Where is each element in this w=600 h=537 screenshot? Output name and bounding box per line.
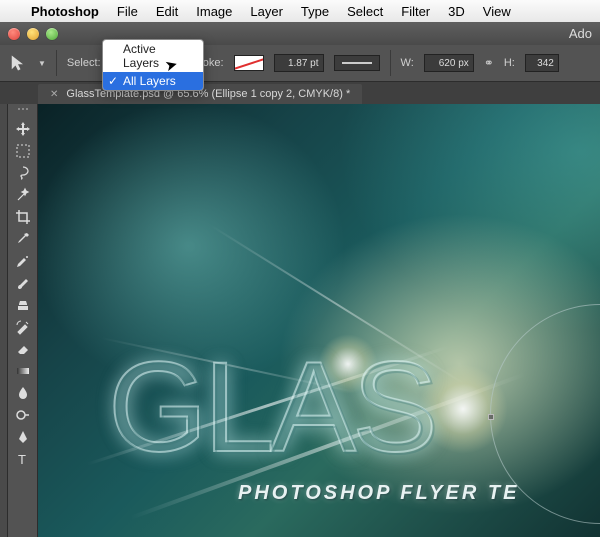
brush-tool[interactable] <box>10 272 36 294</box>
blur-tool[interactable] <box>10 382 36 404</box>
width-label: W: <box>401 57 414 69</box>
healing-brush-tool[interactable] <box>10 250 36 272</box>
document-tab-bar: ✕ GlassTemplate.psd @ 65.6% (Ellipse 1 c… <box>0 82 600 104</box>
pen-tool[interactable] <box>10 426 36 448</box>
workspace: T GLAS PHOTOSHOP FLYER TE <box>0 104 600 537</box>
app-menu[interactable]: Photoshop <box>22 4 108 19</box>
dropdown-item-all-layers[interactable]: All Layers <box>103 72 203 90</box>
crop-tool[interactable] <box>10 206 36 228</box>
tools-panel: T <box>8 104 38 537</box>
link-dimensions-icon[interactable]: ⚭ <box>484 56 494 70</box>
path-selection-tool-icon[interactable] <box>8 54 28 72</box>
move-tool[interactable] <box>10 118 36 140</box>
menu-file[interactable]: File <box>108 4 147 19</box>
headline-text: GLAS <box>108 334 434 481</box>
stroke-style-dropdown[interactable] <box>334 55 380 71</box>
stroke-color-swatch[interactable] <box>234 55 264 71</box>
mac-menubar: Photoshop File Edit Image Layer Type Sel… <box>0 0 600 22</box>
select-dropdown-menu: Active Layers All Layers <box>102 39 204 91</box>
menu-layer[interactable]: Layer <box>241 4 292 19</box>
options-bar: ▼ Select: Fill: Stroke: 1.87 pt W: 620 p… <box>0 45 600 82</box>
window-titlebar: Ado <box>0 22 600 45</box>
marquee-tool[interactable] <box>10 140 36 162</box>
tool-preset-dropdown-icon[interactable]: ▼ <box>38 59 46 68</box>
menu-edit[interactable]: Edit <box>147 4 187 19</box>
height-field[interactable]: 342 <box>525 54 559 72</box>
subline-text: PHOTOSHOP FLYER TE <box>238 482 519 505</box>
lasso-tool[interactable] <box>10 162 36 184</box>
type-tool[interactable]: T <box>10 448 36 470</box>
history-brush-tool[interactable] <box>10 316 36 338</box>
close-window-button[interactable] <box>8 28 20 40</box>
dropdown-item-active-layers[interactable]: Active Layers <box>103 40 203 72</box>
width-field[interactable]: 620 px <box>424 54 474 72</box>
magic-wand-tool[interactable] <box>10 184 36 206</box>
window-controls <box>8 28 58 40</box>
menu-select[interactable]: Select <box>338 4 392 19</box>
menu-filter[interactable]: Filter <box>392 4 439 19</box>
height-label: H: <box>504 57 515 69</box>
left-gutter <box>0 104 8 537</box>
clone-stamp-tool[interactable] <box>10 294 36 316</box>
minimize-window-button[interactable] <box>27 28 39 40</box>
eyedropper-tool[interactable] <box>10 228 36 250</box>
menu-type[interactable]: Type <box>292 4 338 19</box>
document-canvas[interactable]: GLAS PHOTOSHOP FLYER TE <box>38 104 600 537</box>
transform-handle[interactable] <box>488 414 494 420</box>
select-label: Select: <box>67 57 101 69</box>
separator <box>56 50 57 76</box>
separator <box>390 50 391 76</box>
artwork-background: GLAS PHOTOSHOP FLYER TE <box>38 104 600 537</box>
titlebar-text: Ado <box>569 26 592 41</box>
zoom-window-button[interactable] <box>46 28 58 40</box>
gradient-tool[interactable] <box>10 360 36 382</box>
menu-3d[interactable]: 3D <box>439 4 474 19</box>
dodge-tool[interactable] <box>10 404 36 426</box>
close-tab-icon[interactable]: ✕ <box>50 89 58 100</box>
svg-text:T: T <box>18 452 26 467</box>
menu-view[interactable]: View <box>474 4 520 19</box>
eraser-tool[interactable] <box>10 338 36 360</box>
panel-grip-icon[interactable] <box>12 108 34 114</box>
stroke-width-field[interactable]: 1.87 pt <box>274 54 324 72</box>
menu-image[interactable]: Image <box>187 4 241 19</box>
